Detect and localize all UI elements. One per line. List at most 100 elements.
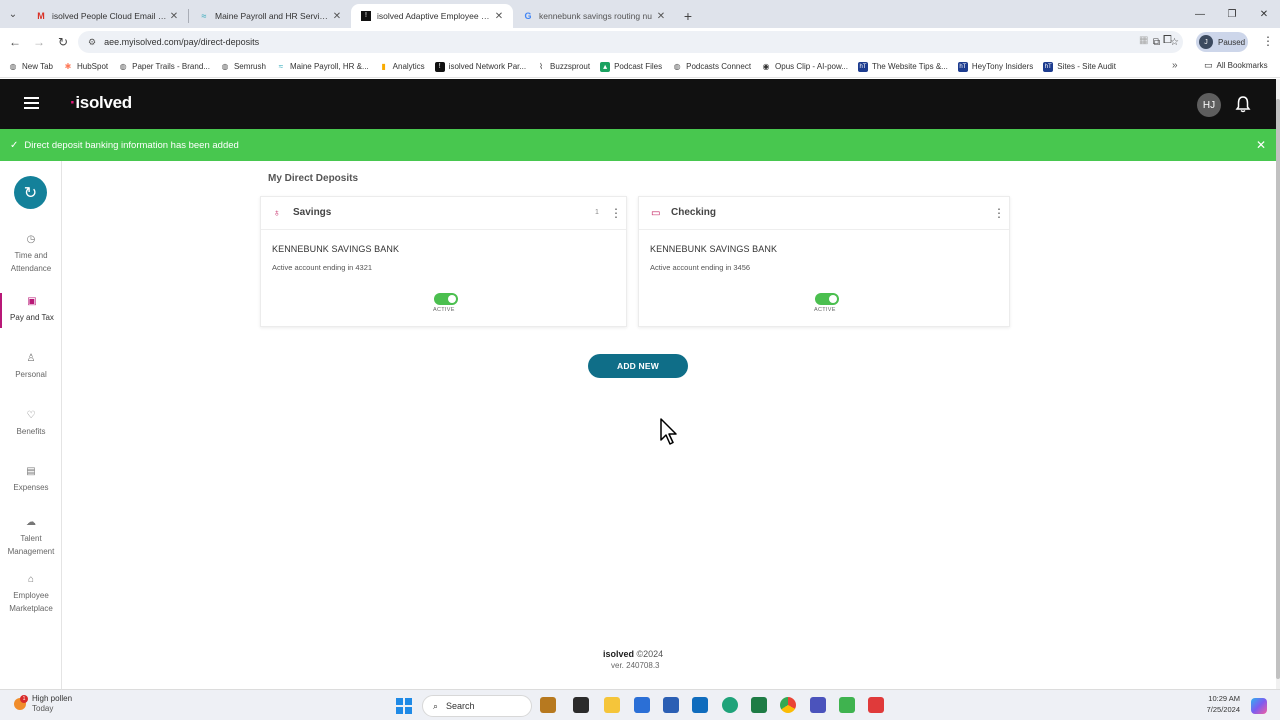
clock-icon: ◷ <box>26 234 36 245</box>
hubspot-icon: ✱ <box>64 61 72 71</box>
edge-icon[interactable] <box>722 697 738 713</box>
heart-icon: ♡ <box>26 410 36 421</box>
app-header: ·isolved <box>0 79 1280 129</box>
clock-time: 10:29 AM <box>1208 694 1240 703</box>
taskbar-search[interactable]: ⌕ Search <box>422 695 532 717</box>
bookmark-item[interactable]: hT Sites - Site Audit <box>1043 61 1116 72</box>
bell-icon[interactable] <box>1235 95 1251 118</box>
sidebar-item-talent-management[interactable]: ☁ Talent Management <box>0 517 62 558</box>
store-icon[interactable] <box>634 697 650 713</box>
piggy-bank-icon: ♁ <box>273 208 281 219</box>
user-avatar[interactable]: HJ <box>1197 93 1221 117</box>
extensions-puzzle-icon[interactable]: ⧠ <box>1163 34 1172 47</box>
close-window-icon[interactable]: ✕ <box>1248 0 1280 28</box>
gift-icon: ⌂ <box>27 574 35 585</box>
person-icon: ♙ <box>26 353 36 364</box>
reload-icon[interactable]: ↻ <box>51 30 75 54</box>
install-app-icon[interactable]: ⧉ <box>1153 37 1160 48</box>
all-bookmarks-button[interactable]: ▭ All Bookmarks <box>1204 60 1268 71</box>
bookmark-item[interactable]: ◍ Paper Trails - Brand... <box>118 62 210 72</box>
sidebar-item-time-and-attendance[interactable]: ◷ Time and Attendance <box>0 234 62 275</box>
bookmark-item[interactable]: ◉ Opus Clip - AI-pow... <box>761 62 848 72</box>
bookmark-item[interactable]: hT HeyTony Insiders <box>957 61 1033 72</box>
address-bar[interactable]: ⚙ aee.myisolved.com/pay/direct-deposits … <box>78 31 1183 53</box>
tab-close-icon[interactable]: ✕ <box>168 11 180 22</box>
copilot-icon[interactable] <box>1251 698 1267 714</box>
sidebar-item-pay-and-tax[interactable]: ▣ Pay and Tax <box>0 293 62 328</box>
receipt-icon: ▤ <box>26 466 36 477</box>
browser-tab-active[interactable]: ! isolved Adaptive Employee Exp ✕ <box>351 4 513 28</box>
isolved-logo[interactable]: ·isolved <box>70 93 132 113</box>
footer-brand: isolved ©2024 <box>603 649 663 659</box>
tab-search-icon[interactable]: ⌄ <box>0 0 26 28</box>
more-options-icon[interactable]: ⋮ <box>993 205 1005 221</box>
maine-payroll-icon: ≈ <box>201 11 207 21</box>
tab-close-icon[interactable]: ✕ <box>331 11 343 22</box>
more-bookmarks-icon[interactable]: » <box>1172 60 1178 71</box>
outlook-icon[interactable] <box>692 697 708 713</box>
bank-name: KENNEBUNK SAVINGS BANK <box>650 244 778 254</box>
extension-icon[interactable]: ▦ <box>1139 35 1148 46</box>
restore-icon[interactable]: ❐ <box>1216 0 1248 28</box>
file-explorer-icon[interactable] <box>604 697 620 713</box>
gmail-icon: M <box>37 11 45 21</box>
active-toggle[interactable] <box>434 293 458 305</box>
browser-menu-icon[interactable]: ⋮ <box>1262 34 1274 48</box>
word-icon[interactable] <box>663 697 679 713</box>
profile-button[interactable]: J Paused <box>1196 32 1248 52</box>
bookmark-item[interactable]: ◍ Podcasts Connect <box>672 62 751 72</box>
site-info-icon[interactable]: ⚙ <box>88 37 96 48</box>
windows-start-icon[interactable] <box>396 698 412 714</box>
browser-tab[interactable]: ≈ Maine Payroll and HR Services ✕ <box>189 4 351 28</box>
cloud-icon: ☁ <box>26 517 36 528</box>
sidebar-item-benefits[interactable]: ♡ Benefits <box>0 410 62 438</box>
bookmark-item[interactable]: ≈ Maine Payroll, HR &... <box>276 62 369 72</box>
check-icon: ▭ <box>651 208 661 219</box>
sidebar-item-personal[interactable]: ♙ Personal <box>0 353 62 381</box>
browser-tab[interactable]: M isolved People Cloud Email Co ✕ <box>26 4 188 28</box>
terminal-icon[interactable] <box>573 697 589 713</box>
minimize-icon[interactable]: — <box>1184 0 1216 28</box>
bookmark-item[interactable]: ! isolved Network Par... <box>434 61 526 72</box>
url-text[interactable]: aee.myisolved.com/pay/direct-deposits <box>104 37 259 47</box>
bookmark-item[interactable]: ▮ Analytics <box>379 62 424 72</box>
more-options-icon[interactable]: ⋮ <box>610 205 622 221</box>
green-app-icon[interactable] <box>839 697 855 713</box>
forward-icon[interactable]: → <box>27 30 51 54</box>
bookmark-item[interactable]: ◍ Semrush <box>220 62 266 72</box>
weather-widget[interactable]: 1 High pollen Today <box>14 694 72 714</box>
sidebar-item-employee-marketplace[interactable]: ⌂ Employee Marketplace <box>0 574 62 615</box>
bookmark-label: Sites - Site Audit <box>1057 62 1116 71</box>
browser-toolbar: ← → ↻ ⚙ aee.myisolved.com/pay/direct-dep… <box>0 28 1280 56</box>
bookmark-item[interactable]: ▴ Podcast Files <box>600 61 662 72</box>
sidebar-item-expenses[interactable]: ▤ Expenses <box>0 466 62 494</box>
teams-icon[interactable] <box>810 697 826 713</box>
bookmark-item[interactable]: ✱ HubSpot <box>63 61 109 72</box>
excel-icon[interactable] <box>751 697 767 713</box>
chrome-icon[interactable] <box>780 697 796 713</box>
card-count: 1 <box>595 209 599 216</box>
heytony-icon: hT <box>957 61 968 72</box>
bookmark-item[interactable]: ◍ New Tab <box>8 62 53 72</box>
bookmark-item[interactable]: hT The Website Tips &... <box>857 61 948 72</box>
refresh-icon[interactable]: ↻ <box>14 176 47 209</box>
browser-tab[interactable]: G kennebunk savings routing nu ✕ <box>513 4 675 28</box>
close-icon[interactable]: ✕ <box>1256 138 1266 152</box>
bookmarks-bar: ◍ New Tab ✱ HubSpot ◍ Paper Trails - Brand.… <box>0 56 1280 78</box>
sidebar: ↻ ◷ Time and Attendance ▣ Pay and Tax ♙ … <box>0 161 62 689</box>
new-tab-button[interactable]: + <box>675 4 701 28</box>
hamburger-menu-icon[interactable] <box>24 97 39 109</box>
maine-payroll-icon: ≈ <box>278 61 284 71</box>
bookmark-item[interactable]: ⌇ Buzzsprout <box>536 62 590 72</box>
page-scrollbar[interactable] <box>1276 79 1280 689</box>
bookmark-label: New Tab <box>22 62 53 71</box>
red-app-icon[interactable] <box>868 697 884 713</box>
footer-logo: isolved <box>603 649 635 659</box>
back-icon[interactable]: ← <box>3 30 27 54</box>
active-toggle[interactable] <box>815 293 839 305</box>
system-clock[interactable]: 10:29 AM 7/25/2024 <box>1190 693 1240 715</box>
tab-close-icon[interactable]: ✕ <box>493 11 505 22</box>
tab-close-icon[interactable]: ✕ <box>655 11 667 22</box>
briefcase-icon[interactable] <box>540 697 556 713</box>
add-new-button[interactable]: ADD NEW <box>588 354 688 378</box>
